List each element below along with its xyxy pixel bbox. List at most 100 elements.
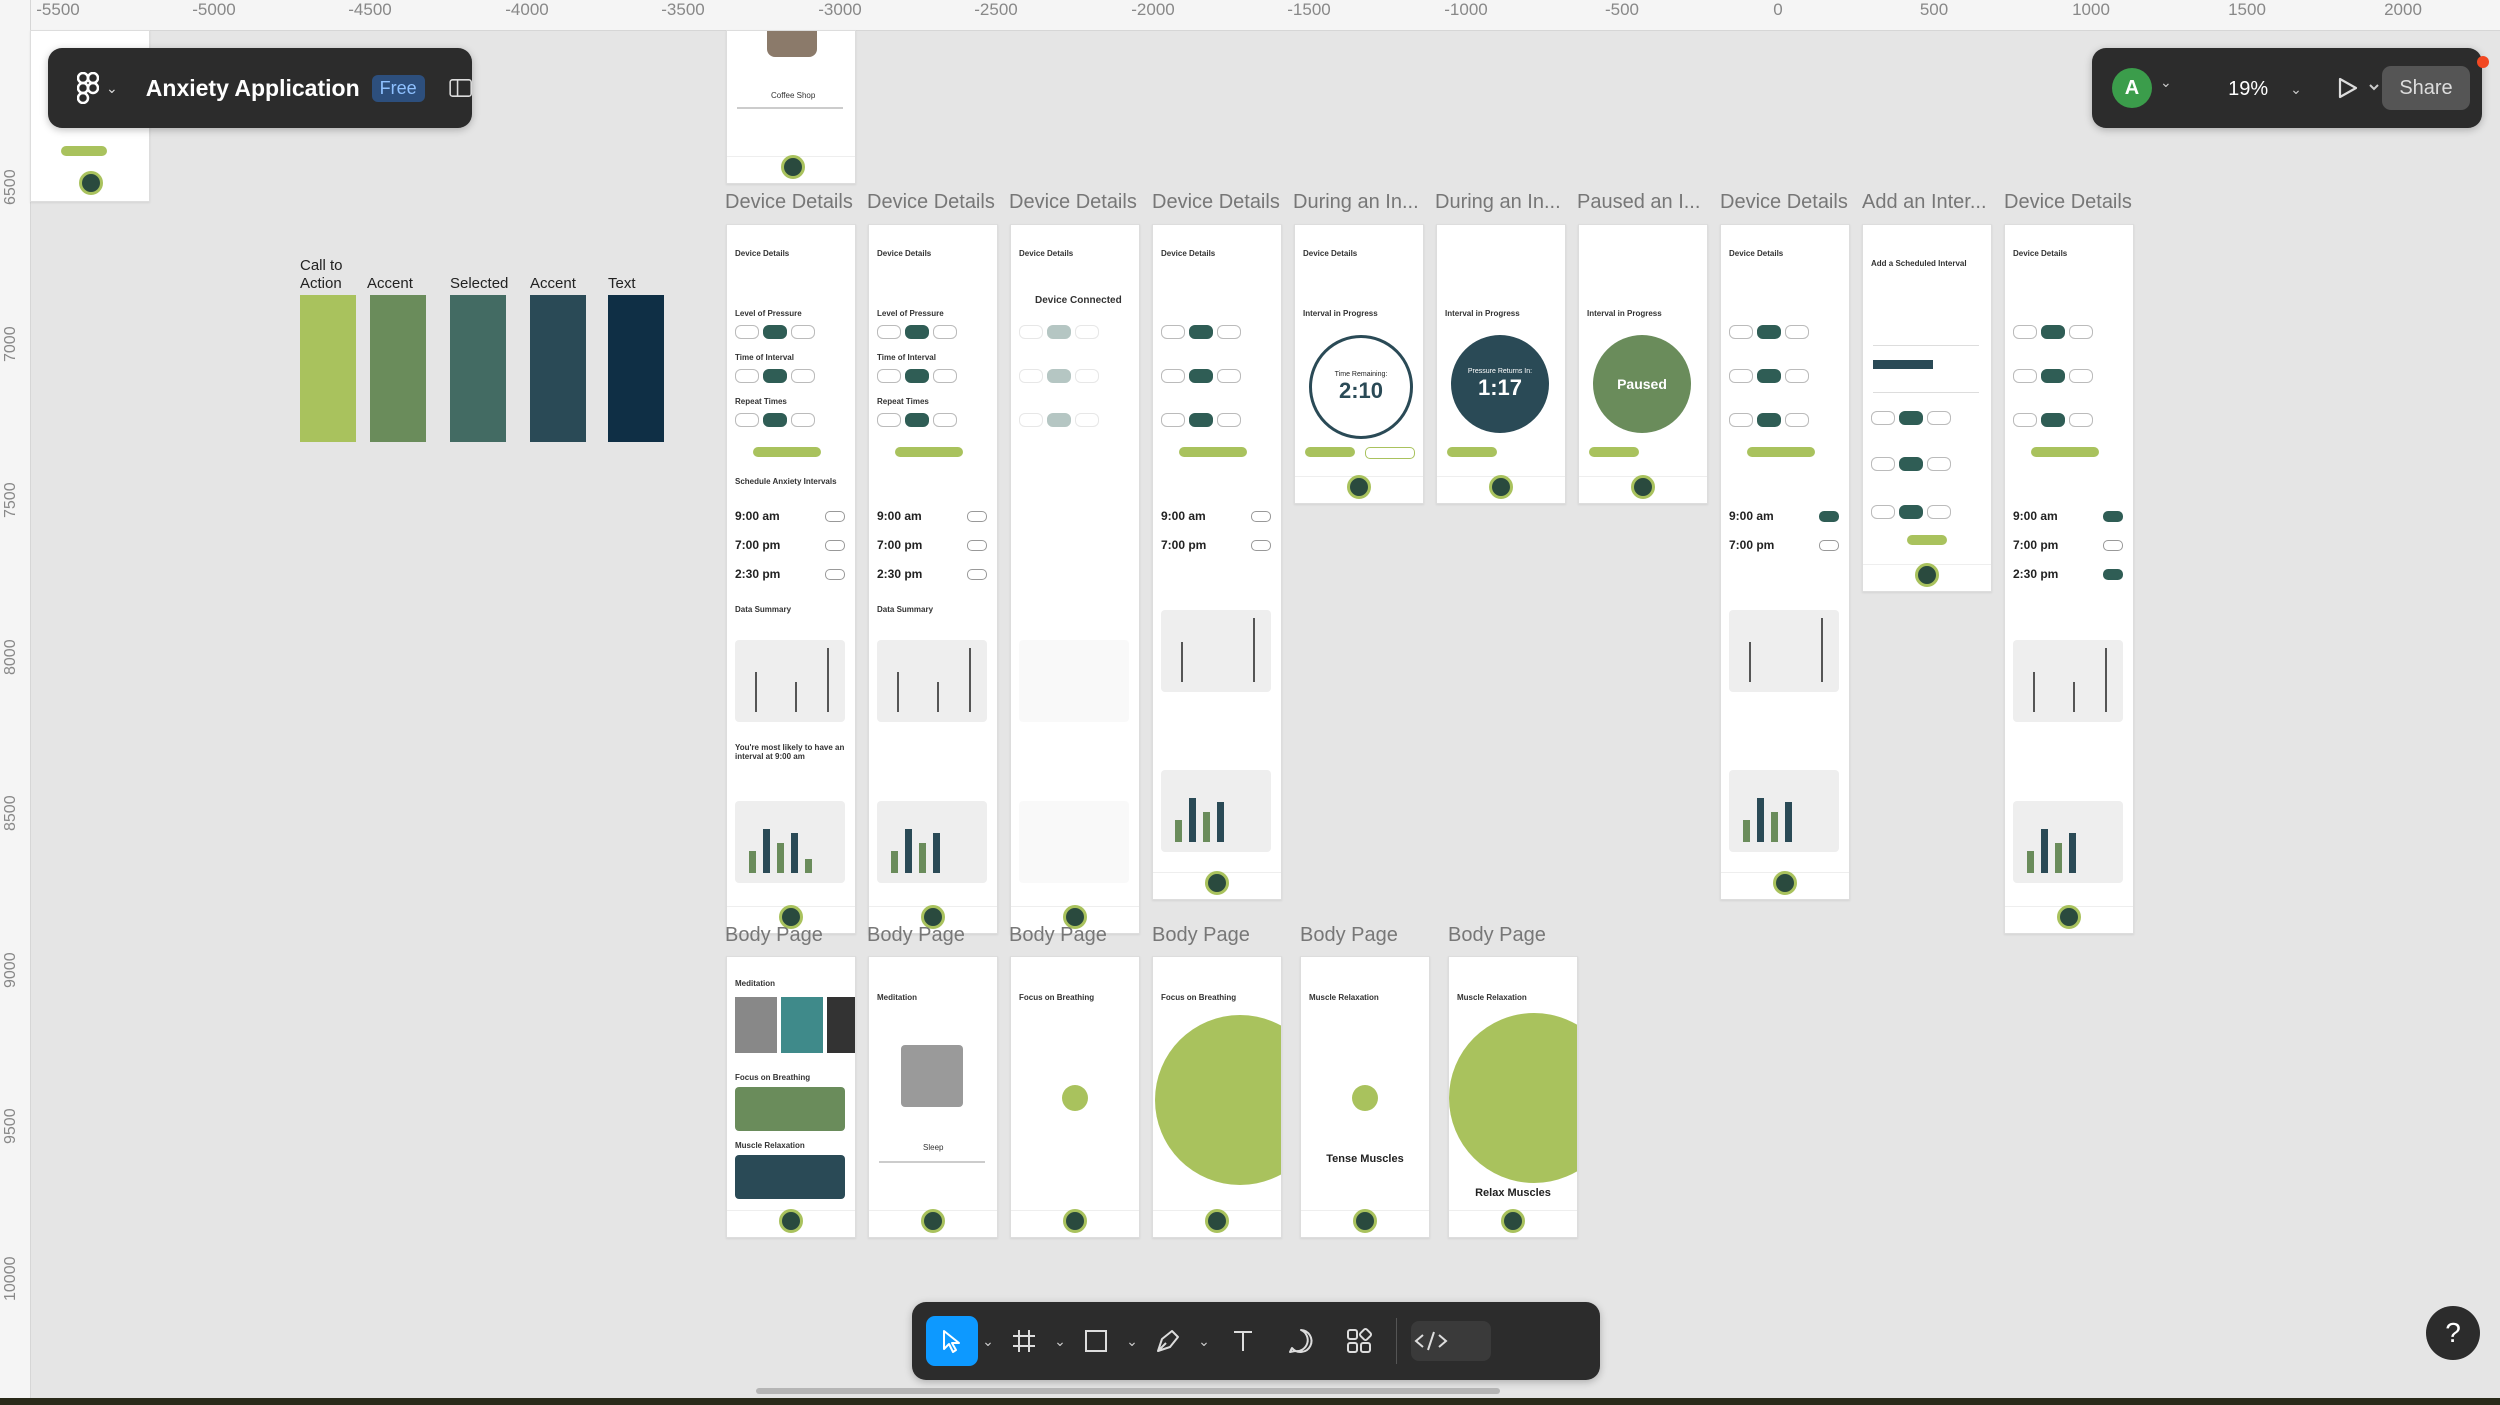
device-details-frame[interactable]: Device Details 9:00 am 7:00 pm — [1152, 224, 1282, 900]
schedule-time: 2:30 pm — [2013, 567, 2059, 581]
pen-tool[interactable] — [1142, 1316, 1194, 1366]
frame-label[interactable]: Device Details — [867, 191, 995, 214]
frame-label[interactable]: Body Page — [867, 924, 965, 947]
section-heading: Muscle Relaxation — [1457, 993, 1527, 1002]
track-title: Sleep — [923, 1143, 944, 1152]
dev-mode-toggle[interactable] — [1411, 1321, 1491, 1361]
start-interval-button — [1747, 447, 1815, 457]
shape-tool[interactable] — [1070, 1316, 1122, 1366]
frame-heading: Device Details — [1019, 249, 1074, 258]
progress-track — [879, 1161, 985, 1163]
bar-chart — [877, 801, 987, 883]
device-details-frame[interactable]: Device Details Level of Pressure Time of… — [868, 224, 998, 934]
section-heading: Level of Pressure — [735, 309, 802, 318]
device-details-frame[interactable]: Device Details 9:00 am 7:00 pm — [1720, 224, 1850, 900]
interval-progress-frame[interactable]: Interval in Progress Pressure Returns In… — [1436, 224, 1566, 504]
cursor-icon — [943, 1330, 960, 1353]
frame-label[interactable]: Body Page — [1009, 924, 1107, 947]
horizontal-ruler: -5500 -5000 -4500 -4000 -3500 -3000 -250… — [0, 0, 2500, 31]
frame-label[interactable]: During an In... — [1293, 191, 1419, 214]
device-connected-frame[interactable]: Device Details Device Connected — [1010, 224, 1140, 934]
interval-progress-frame[interactable]: Device Details Interval in Progress Time… — [1294, 224, 1424, 504]
frame-label[interactable]: Add an Inter... — [1862, 191, 1987, 214]
figma-logo-icon[interactable] — [74, 70, 102, 106]
ruler-tick: 9000 — [2, 952, 19, 988]
chevron-down-icon[interactable]: ⌄ — [106, 80, 118, 97]
start-interval-button — [753, 447, 821, 457]
color-swatch[interactable] — [300, 295, 356, 442]
start-interval-button — [1179, 447, 1247, 457]
body-page-frame[interactable]: Muscle Relaxation Tense Muscles — [1300, 956, 1430, 1238]
frame-heading: Add a Scheduled Interval — [1871, 259, 1967, 268]
meditation-image — [735, 997, 777, 1053]
paused-frame[interactable]: Interval in Progress Paused — [1578, 224, 1708, 504]
bottom-toolbar: ⌄ ⌄ ⌄ ⌄ — [912, 1302, 1600, 1380]
body-page-frame[interactable]: Focus on Breathing — [1152, 956, 1282, 1238]
device-details-frame[interactable]: Device Details 9:00 am 7:00 pm 2:30 pm — [2004, 224, 2134, 934]
repeat-options — [1871, 505, 1951, 519]
plan-badge[interactable]: Free — [371, 74, 425, 102]
chevron-down-icon[interactable]: ⌄ — [2160, 74, 2172, 91]
color-swatch[interactable] — [370, 295, 426, 442]
device-details-frame[interactable]: Device Details Level of Pressure Time of… — [726, 224, 856, 934]
schedule-time: 2:30 pm — [735, 567, 781, 581]
help-button[interactable]: ? — [2426, 1306, 2480, 1360]
present-icon[interactable] — [2328, 70, 2388, 106]
ruler-tick: 7000 — [2, 326, 19, 362]
frame-heading: Device Details — [1303, 249, 1358, 258]
line-chart — [1161, 610, 1271, 692]
body-page-frame[interactable]: Meditation Sleep — [868, 956, 998, 1238]
frame-tool[interactable] — [998, 1316, 1050, 1366]
chevron-down-icon[interactable]: ⌄ — [1194, 1316, 1214, 1366]
comment-tool[interactable] — [1272, 1316, 1330, 1366]
frame-label[interactable]: Device Details — [1152, 191, 1280, 214]
frame-label[interactable]: Paused an I... — [1577, 191, 1700, 214]
color-swatch[interactable] — [450, 295, 506, 442]
frame-label[interactable]: Device Details — [1720, 191, 1848, 214]
text-tool[interactable] — [1214, 1316, 1272, 1366]
move-tool[interactable] — [926, 1316, 978, 1366]
actions-tool[interactable] — [1330, 1316, 1388, 1366]
add-interval-frame[interactable]: Add a Scheduled Interval — [1862, 224, 1992, 592]
zoom-dropdown[interactable]: 19% ⌄ — [2210, 72, 2320, 106]
paused-label: Paused — [1617, 376, 1667, 392]
body-page-frame[interactable]: Focus on Breathing — [1010, 956, 1140, 1238]
share-panel: A ⌄ 19% ⌄ Share — [2092, 48, 2482, 128]
file-title[interactable]: Anxiety Application — [146, 75, 360, 102]
horizontal-scrollbar[interactable] — [756, 1388, 1500, 1394]
schedule-toggle — [967, 540, 987, 551]
frame-label[interactable]: Device Details — [2004, 191, 2132, 214]
chevron-down-icon[interactable]: ⌄ — [1122, 1316, 1142, 1366]
schedule-time: 7:00 pm — [1161, 538, 1207, 552]
palette-label: Text — [608, 275, 636, 292]
coffee-shop-frame[interactable]: Coffee Shop — [726, 30, 856, 184]
end-button — [1365, 447, 1415, 459]
ruler-tick: 9500 — [2, 1108, 19, 1144]
frame-label[interactable]: Device Details — [1009, 191, 1137, 214]
ruler-tick: -3000 — [818, 0, 862, 19]
bottom-nav — [1579, 475, 1707, 503]
body-page-frame[interactable]: Meditation Focus on Breathing Muscle Rel… — [726, 956, 856, 1238]
frame-label[interactable]: Body Page — [1152, 924, 1250, 947]
share-button[interactable]: Share — [2382, 66, 2470, 110]
frame-label[interactable]: Body Page — [1448, 924, 1546, 947]
ruler-tick: -500 — [1604, 0, 1640, 19]
schedule-time: 9:00 am — [1161, 509, 1206, 523]
chevron-down-icon[interactable]: ⌄ — [1050, 1316, 1070, 1366]
bottom-nav — [1153, 1209, 1281, 1237]
frame-label[interactable]: During an In... — [1435, 191, 1561, 214]
frame-label[interactable]: Device Details — [725, 191, 853, 214]
avatar[interactable]: A — [2112, 68, 2152, 108]
frame-label[interactable]: Body Page — [725, 924, 823, 947]
sidebar-toggle-icon[interactable] — [449, 76, 472, 100]
color-swatch[interactable] — [608, 295, 664, 442]
color-swatch[interactable] — [530, 295, 586, 442]
pressure-options — [1161, 325, 1241, 339]
line-chart — [877, 640, 987, 722]
frame-label[interactable]: Body Page — [1300, 924, 1398, 947]
chevron-down-icon[interactable]: ⌄ — [978, 1316, 998, 1366]
body-page-frame[interactable]: Muscle Relaxation Relax Muscles — [1448, 956, 1578, 1238]
ruler-tick: 8000 — [2, 639, 19, 675]
start-interval-button — [895, 447, 963, 457]
schedule-time: 9:00 am — [735, 509, 780, 523]
